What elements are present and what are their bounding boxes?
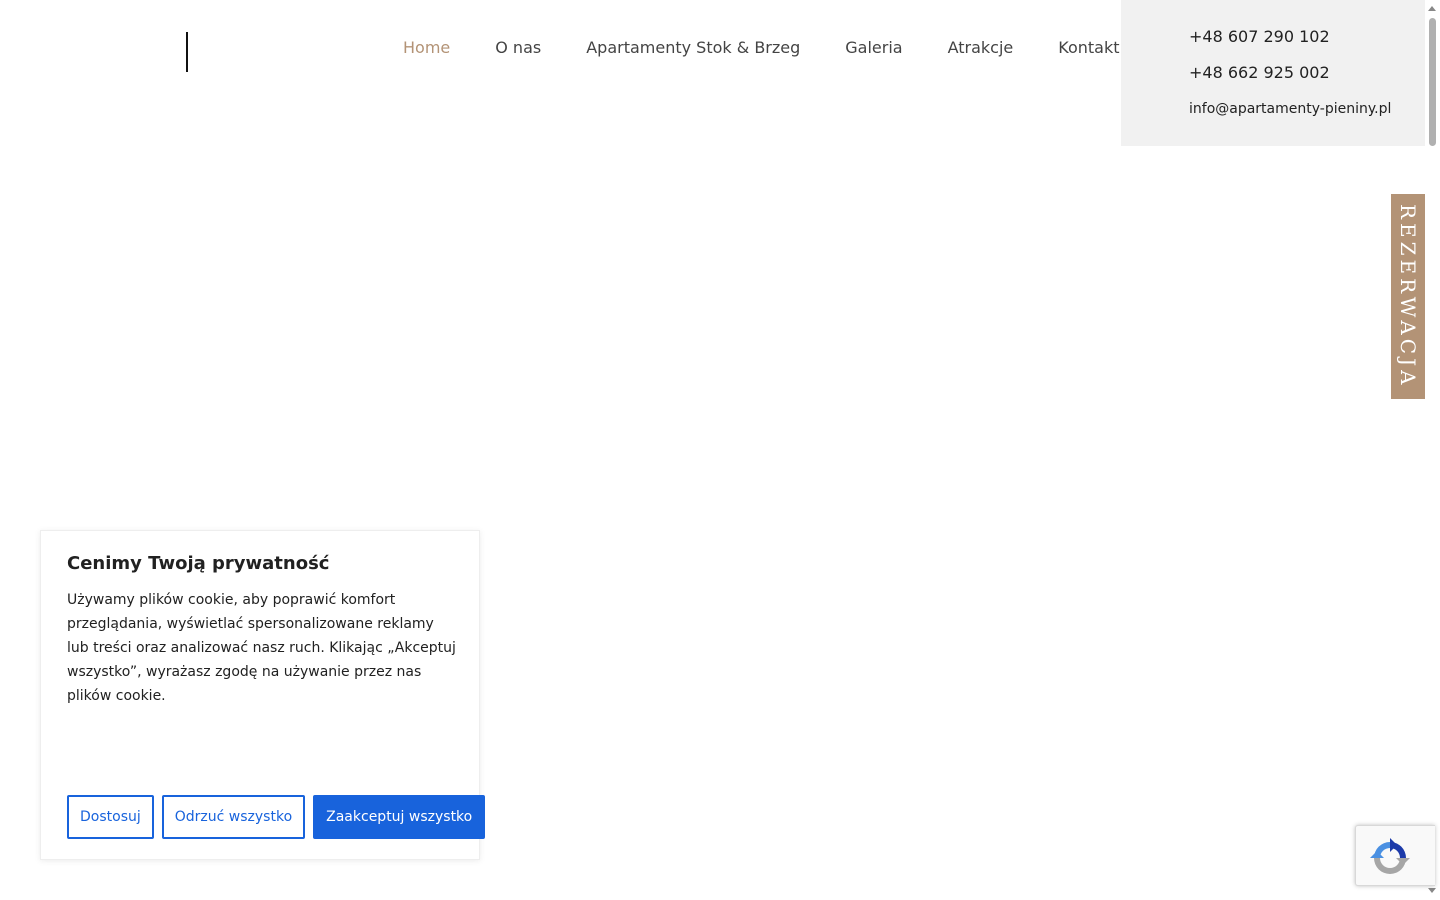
email-link[interactable]: info@apartamenty-pieniny.pl [1189, 101, 1391, 117]
nav-item-home[interactable]: Home [403, 38, 450, 57]
nav-item-galeria[interactable]: Galeria [845, 38, 902, 57]
reject-all-button[interactable]: Odrzuć wszystko [161, 795, 306, 839]
scroll-up-icon[interactable] [1428, 6, 1436, 11]
nav-item-kontakt[interactable]: Kontakt [1058, 38, 1119, 57]
accept-all-button[interactable]: Zaakceptuj wszystko [313, 795, 486, 839]
cookie-buttons: Dostosuj Odrzuć wszystko Zaakceptuj wszy… [67, 795, 486, 839]
main-nav: Home O nas Apartamenty Stok & Brzeg Gale… [403, 38, 1120, 57]
contact-box: +48 607 290 102 +48 662 925 002 info@apa… [1121, 0, 1425, 146]
nav-item-apartamenty[interactable]: Apartamenty Stok & Brzeg [586, 38, 800, 57]
cookie-banner: Cenimy Twoją prywatność Używamy plików c… [40, 530, 486, 860]
phone-link-1[interactable]: +48 607 290 102 [1189, 27, 1330, 46]
scroll-thumb[interactable] [1429, 18, 1436, 146]
scroll-down-icon[interactable] [1428, 888, 1436, 893]
nav-item-atrakcje[interactable]: Atrakcje [948, 38, 1014, 57]
reservation-tab[interactable]: REZERWACJA [1391, 194, 1425, 399]
logo-divider [186, 32, 188, 72]
scrollbar[interactable] [1425, 0, 1440, 900]
cookie-title: Cenimy Twoją prywatność [67, 553, 330, 574]
page: Home O nas Apartamenty Stok & Brzeg Gale… [0, 0, 1440, 900]
phone-link-2[interactable]: +48 662 925 002 [1189, 63, 1330, 82]
recaptcha-icon [1370, 838, 1410, 874]
cookie-text: Używamy plików cookie, aby poprawić komf… [67, 592, 456, 704]
nav-item-o-nas[interactable]: O nas [495, 38, 541, 57]
recaptcha-badge[interactable] [1355, 825, 1435, 886]
customize-button[interactable]: Dostosuj [67, 795, 154, 839]
reservation-label: REZERWACJA [1396, 204, 1420, 389]
